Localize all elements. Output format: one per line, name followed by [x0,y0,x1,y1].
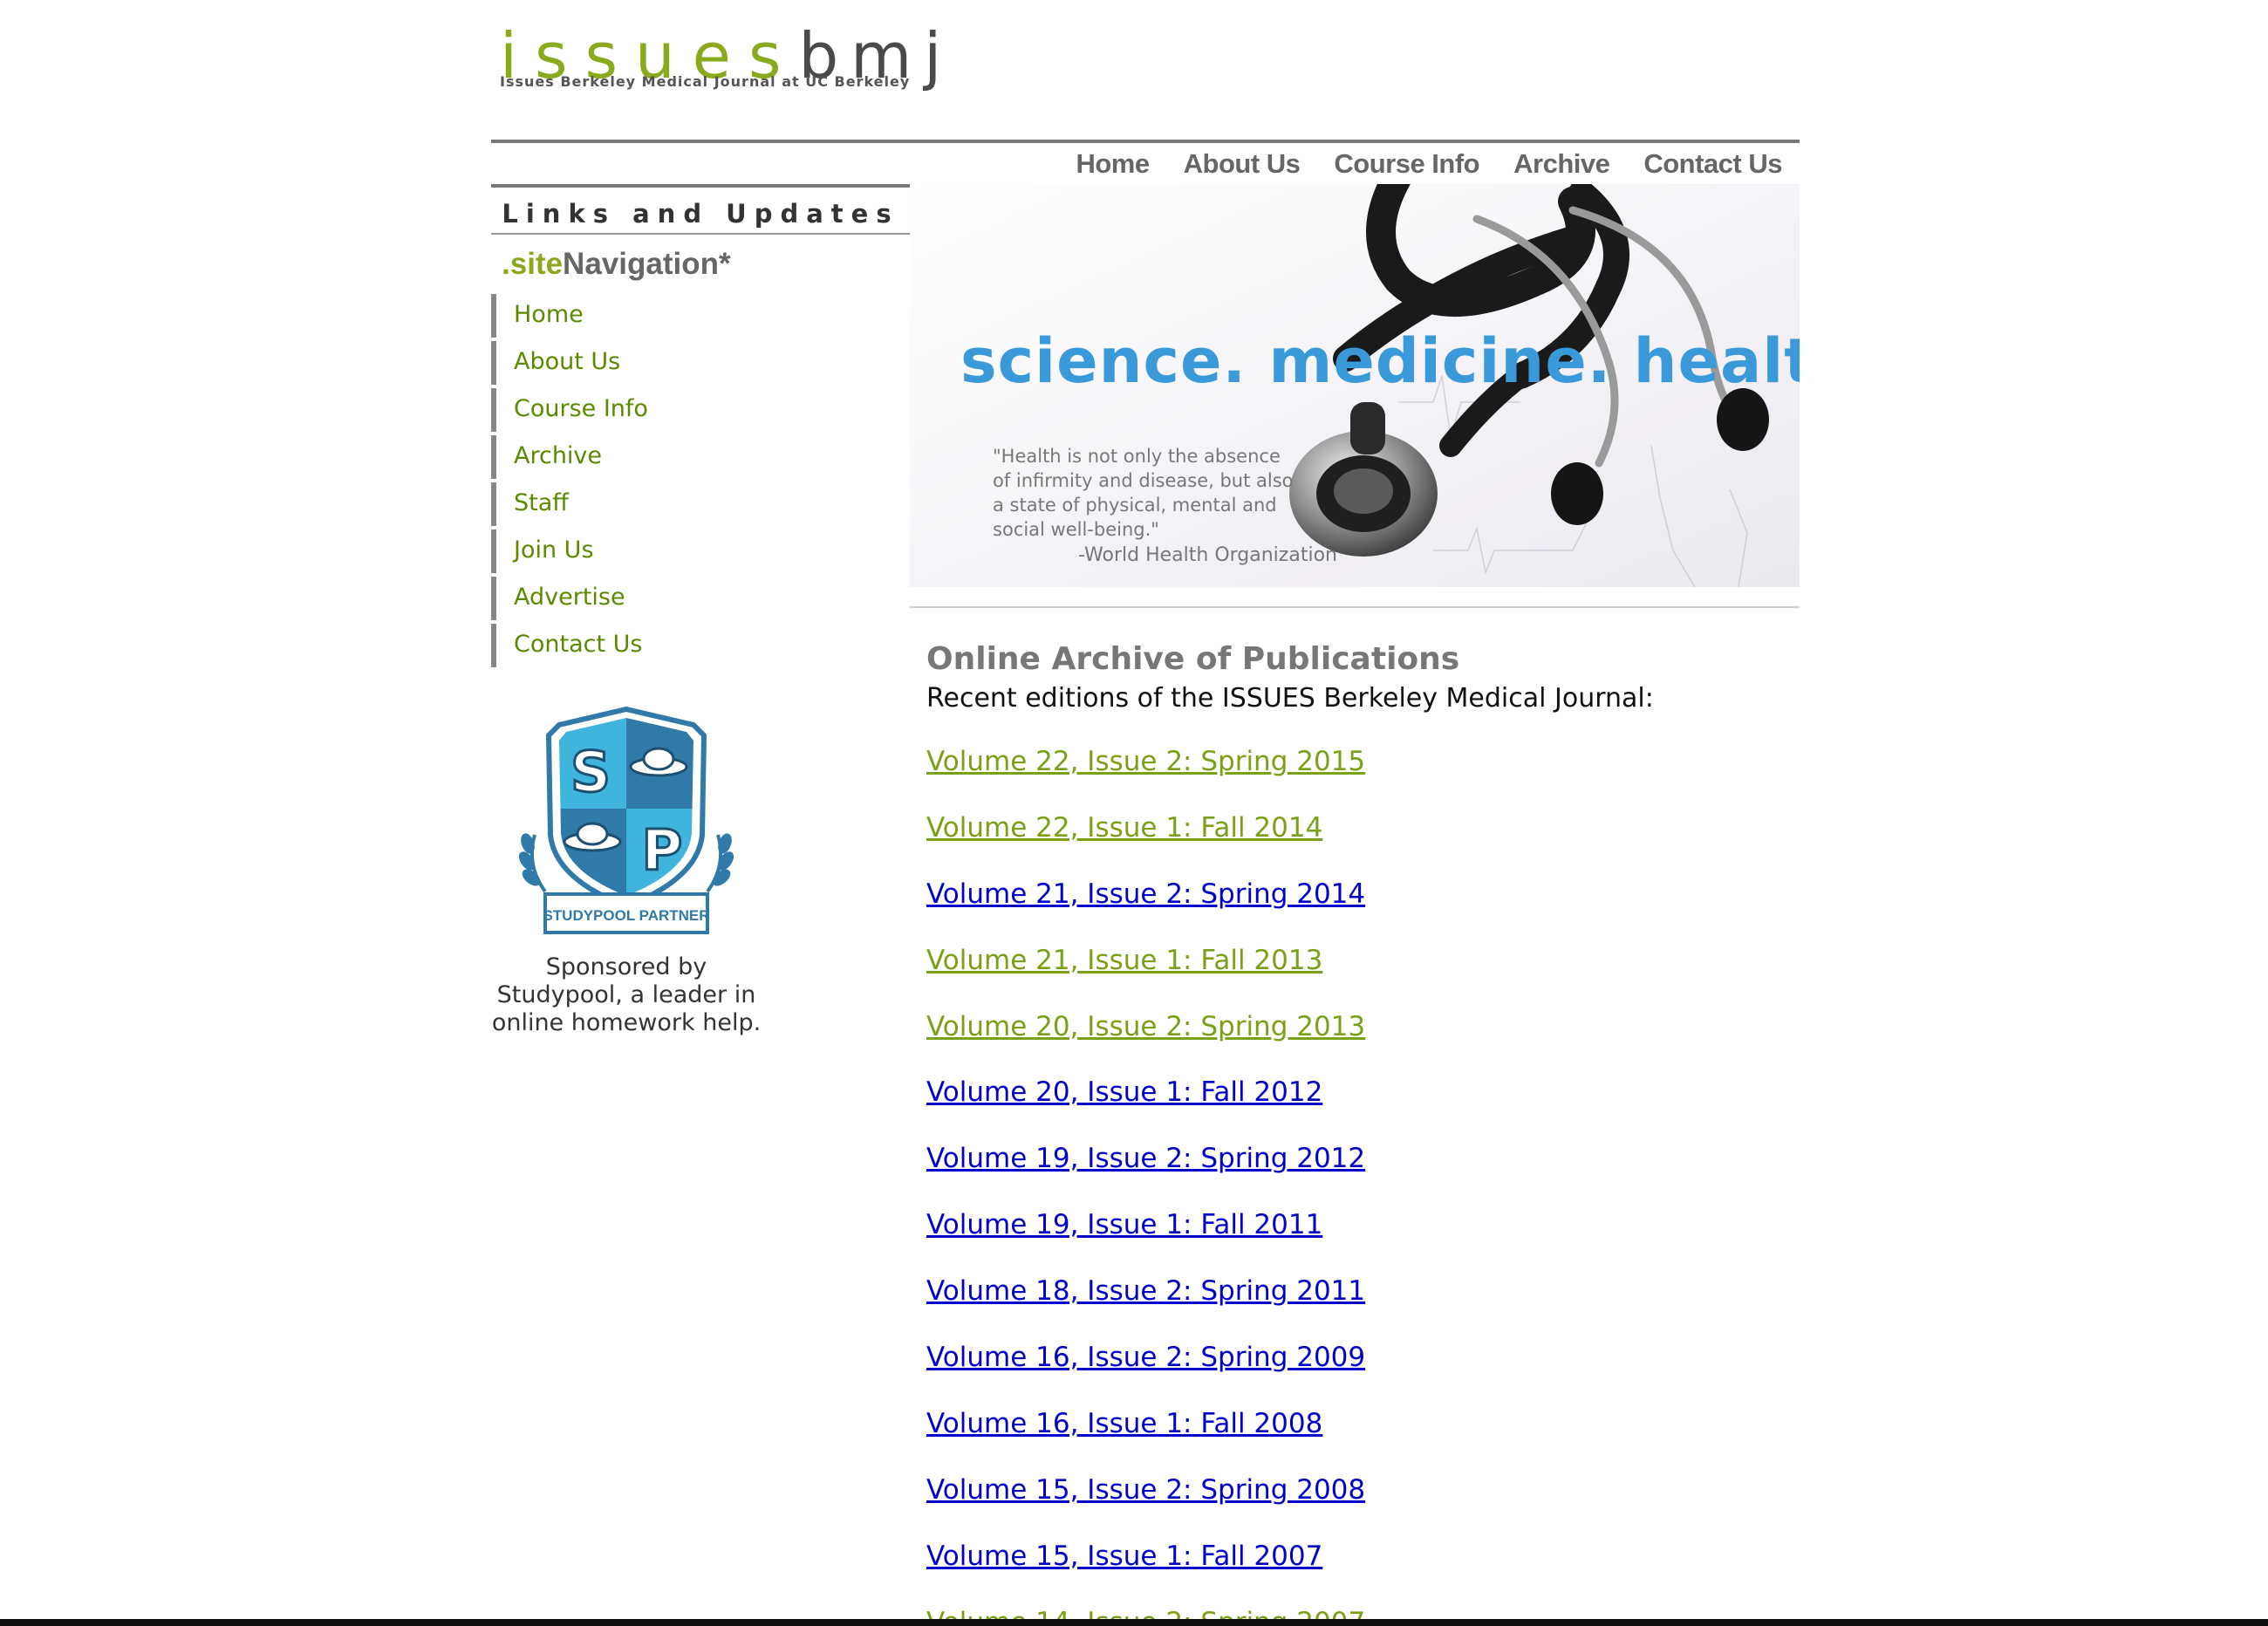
list-item: Volume 19, Issue 2: Spring 2012 [926,1143,1365,1209]
page-title: Online Archive of Publications [926,641,1460,677]
top-nav-about-us[interactable]: About Us [1184,148,1301,180]
list-item: Volume 16, Issue 1: Fall 2008 [926,1408,1365,1474]
sidebar-item-staff[interactable]: Staff [491,482,775,526]
banner-tagline: science. medicine. health. [960,325,1800,397]
issue-link[interactable]: Volume 20, Issue 2: Spring 2013 [926,1011,1365,1042]
window-bottom-edge [0,1619,2268,1626]
issue-link[interactable]: Volume 19, Issue 2: Spring 2012 [926,1143,1365,1174]
sponsor-line: Studypool, a leader in [496,981,756,1008]
issue-link[interactable]: Volume 22, Issue 2: Spring 2015 [926,746,1365,777]
issue-link[interactable]: Volume 15, Issue 2: Spring 2008 [926,1474,1365,1506]
issue-link[interactable]: Volume 16, Issue 1: Fall 2008 [926,1408,1322,1439]
list-item: Volume 18, Issue 2: Spring 2011 [926,1275,1365,1342]
list-item: Volume 20, Issue 1: Fall 2012 [926,1076,1365,1143]
list-item: Volume 22, Issue 1: Fall 2014 [926,812,1365,878]
logo-tagline: Issues Berkeley Medical Journal at UC Be… [500,73,911,90]
sidebar-item-contact-us[interactable]: Contact Us [491,624,775,667]
laurel-right-icon [706,833,734,893]
list-item: Volume 16, Issue 2: Spring 2009 [926,1342,1365,1408]
top-nav-archive[interactable]: Archive [1513,148,1610,180]
issue-link[interactable]: Volume 21, Issue 2: Spring 2014 [926,878,1365,910]
sidebar-item-advertise[interactable]: Advertise [491,577,775,620]
quote-attribution: -World Health Organization [1078,544,1337,566]
issue-link[interactable]: Volume 16, Issue 2: Spring 2009 [926,1342,1365,1373]
issue-link[interactable]: Volume 19, Issue 1: Fall 2011 [926,1209,1322,1240]
ear-tip-icon [1551,462,1603,525]
top-nav-bar: Home About Us Course Info Archive Contac… [491,140,1800,188]
top-nav-home[interactable]: Home [1076,148,1150,180]
issue-link[interactable]: Volume 15, Issue 1: Fall 2007 [926,1541,1322,1572]
quote-line: social well-being." [993,519,1159,540]
top-nav-course-info[interactable]: Course Info [1334,148,1479,180]
sponsor-text: Sponsored by Studypool, a leader in onli… [491,953,762,1037]
sponsor-line: Sponsored by [545,953,707,980]
list-item: Volume 15, Issue 1: Fall 2007 [926,1541,1365,1607]
issue-link[interactable]: Volume 18, Issue 2: Spring 2011 [926,1275,1365,1307]
sidebar-item-about-us[interactable]: About Us [491,341,775,385]
top-nav-contact-us[interactable]: Contact Us [1643,148,1782,180]
laurel-left-icon [519,833,547,893]
quote-line: "Health is not only the absence [993,446,1281,467]
list-item: Volume 19, Issue 1: Fall 2011 [926,1209,1365,1275]
page-subtitle: Recent editions of the ISSUES Berkeley M… [926,683,1654,714]
banner-divider [910,606,1800,608]
site-navigation-title-rest: Navigation* [563,247,731,281]
quote-line: a state of physical, mental and [993,495,1277,516]
sidebar-item-home[interactable]: Home [491,294,775,338]
top-nav-list: Home About Us Course Info Archive Contac… [1042,148,1782,180]
page: issuesbmj Issues Berkeley Medical Journa… [0,0,2268,1626]
site-logo[interactable]: issuesbmj Issues Berkeley Medical Journa… [500,19,941,98]
list-item: Volume 15, Issue 2: Spring 2008 [926,1474,1365,1541]
list-item: Volume 20, Issue 2: Spring 2013 [926,1011,1365,1077]
site-navigation-title-site: .site [502,247,564,281]
header-banner: science. medicine. health. "Health is no… [910,184,1800,587]
sidebar-item-archive[interactable]: Archive [491,435,775,479]
badge-ribbon-text: STUDYPOOL PARTNER [543,907,709,924]
banner-quote: "Health is not only the absence of infir… [993,444,1359,542]
site-navigation-title: .siteNavigation* [502,247,731,282]
sidebar-item-join-us[interactable]: Join Us [491,529,775,573]
issue-link[interactable]: Volume 20, Issue 1: Fall 2012 [926,1076,1322,1108]
issue-link[interactable]: Volume 22, Issue 1: Fall 2014 [926,812,1322,844]
list-item: Volume 21, Issue 2: Spring 2014 [926,878,1365,945]
badge-letter-p: P [642,819,683,884]
links-heading: Links and Updates [491,188,910,235]
sponsor-line: online homework help. [491,1009,762,1036]
list-item: Volume 21, Issue 1: Fall 2013 [926,945,1365,1011]
sidebar-nav: Home About Us Course Info Archive Staff … [491,294,775,671]
issue-link[interactable]: Volume 21, Issue 1: Fall 2013 [926,945,1322,976]
issue-list: Volume 22, Issue 2: Spring 2015 Volume 2… [926,746,1365,1626]
sidebar-item-course-info[interactable]: Course Info [491,388,775,432]
quote-line: of infirmity and disease, but also [993,470,1294,491]
studypool-partner-badge[interactable]: S P STUDYPOOL PARTNER [519,704,734,939]
list-item: Volume 22, Issue 2: Spring 2015 [926,746,1365,812]
badge-letter-s: S [570,741,611,805]
ear-tip-icon [1717,388,1769,451]
